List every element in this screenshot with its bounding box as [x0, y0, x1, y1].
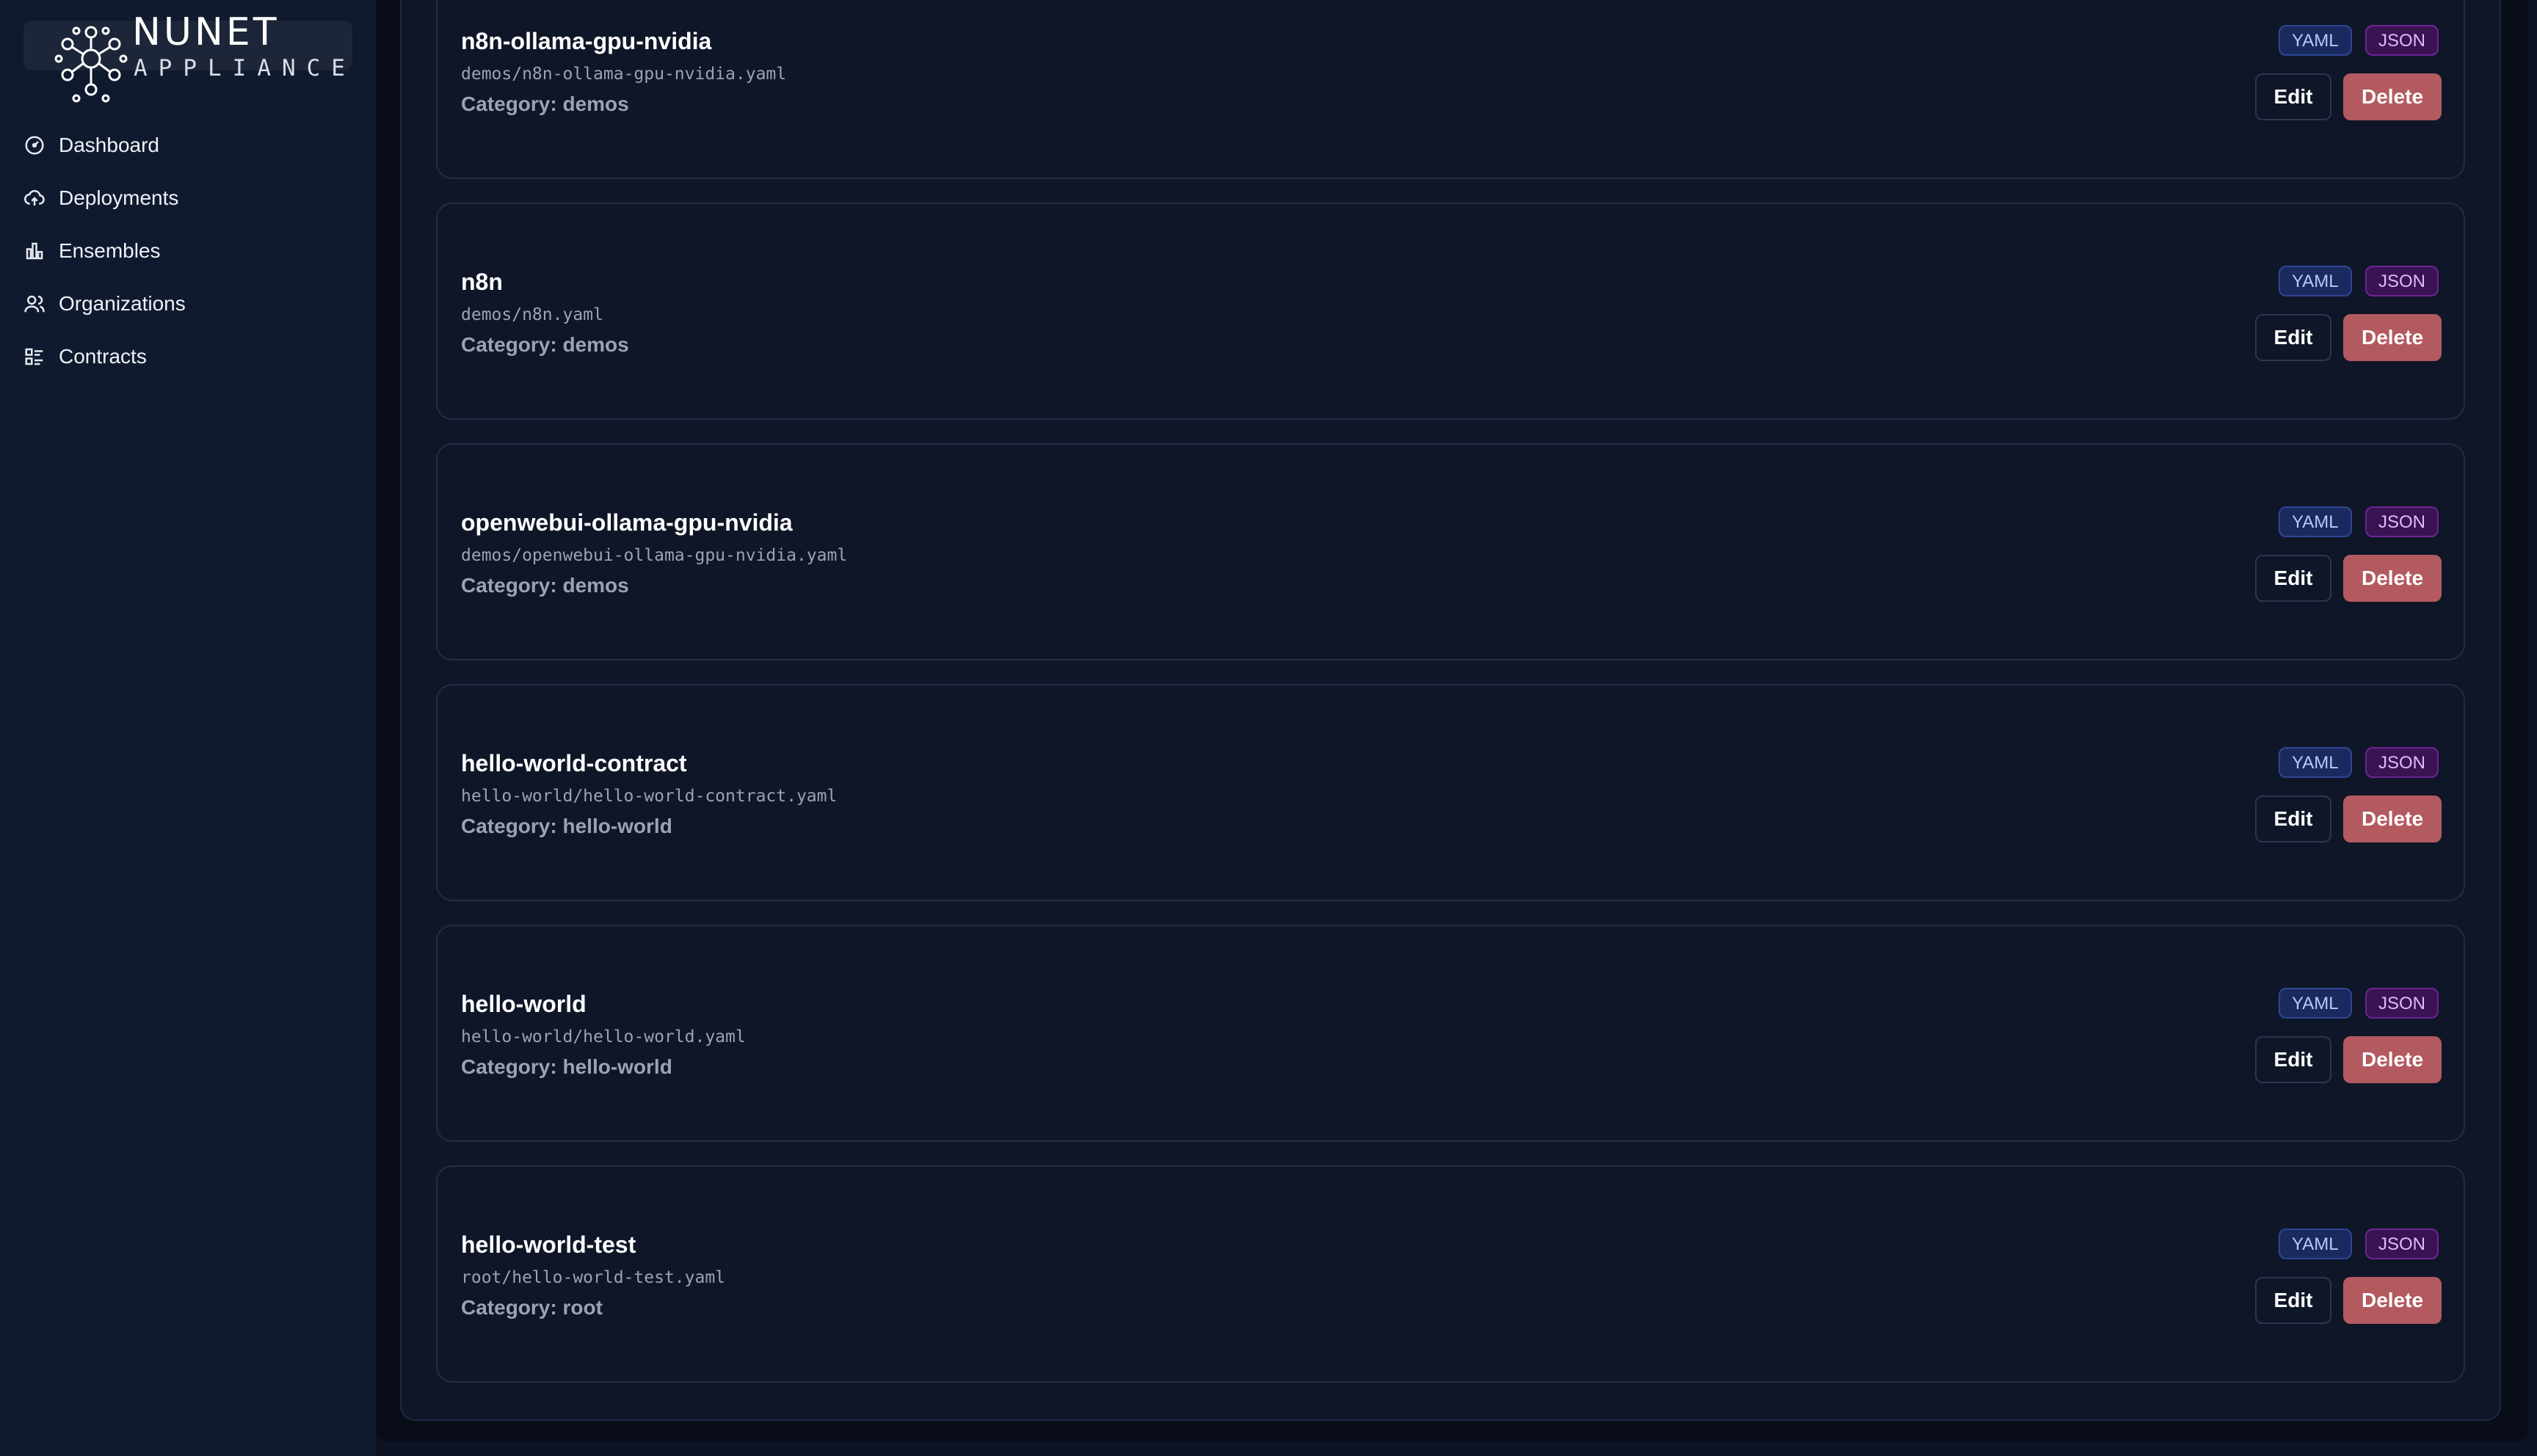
nunet-logo-icon [54, 26, 128, 103]
contract-card: hello-world-test root/hello-world-test.y… [436, 1165, 2465, 1383]
json-badge[interactable]: JSON [2365, 506, 2439, 537]
edit-button[interactable]: Edit [2255, 796, 2331, 842]
contract-name: hello-world [461, 991, 587, 1017]
brand-subtitle: APPLIANCE [134, 55, 356, 81]
contract-name: hello-world-contract [461, 750, 687, 776]
contract-category: Category: demos [461, 333, 629, 357]
yaml-badge[interactable]: YAML [2279, 1228, 2352, 1259]
sidebar-item-label: Ensembles [59, 239, 161, 262]
edit-button[interactable]: Edit [2255, 314, 2331, 361]
contract-card: n8n demos/n8n.yaml Category: demos YAML … [436, 203, 2465, 420]
contract-path: demos/openwebui-ollama-gpu-nvidia.yaml [461, 546, 848, 565]
sidebar-item-label: Contracts [59, 345, 147, 368]
yaml-badge[interactable]: YAML [2279, 506, 2352, 537]
sidebar-item-label: Dashboard [59, 134, 159, 156]
contract-path: hello-world/hello-world-contract.yaml [461, 787, 838, 806]
category-value: hello-world [562, 1055, 672, 1078]
yaml-badge[interactable]: YAML [2279, 747, 2352, 778]
sidebar-item-ensembles[interactable]: Ensembles [0, 225, 376, 277]
contract-path: root/hello-world-test.yaml [461, 1268, 726, 1287]
contract-path: hello-world/hello-world.yaml [461, 1027, 746, 1046]
json-badge[interactable]: JSON [2365, 747, 2439, 778]
category-value: demos [562, 333, 629, 356]
cloud-upload-icon [23, 187, 46, 209]
contract-path: demos/n8n-ollama-gpu-nvidia.yaml [461, 65, 787, 84]
delete-button[interactable]: Delete [2343, 555, 2442, 602]
contract-name: openwebui-ollama-gpu-nvidia [461, 509, 793, 536]
edit-button[interactable]: Edit [2255, 555, 2331, 602]
json-badge[interactable]: JSON [2365, 988, 2439, 1019]
contract-category: Category: demos [461, 92, 629, 116]
contract-card: hello-world-contract hello-world/hello-w… [436, 684, 2465, 901]
edit-button[interactable]: Edit [2255, 1277, 2331, 1324]
delete-button[interactable]: Delete [2343, 314, 2442, 361]
category-value: hello-world [562, 815, 672, 837]
sidebar-item-deployments[interactable]: Deployments [0, 172, 376, 225]
sidebar-item-contracts[interactable]: Contracts [0, 330, 376, 383]
gauge-icon [23, 134, 46, 156]
edit-button[interactable]: Edit [2255, 73, 2331, 120]
contract-category: Category: demos [461, 574, 629, 597]
contract-name: n8n-ollama-gpu-nvidia [461, 28, 712, 54]
json-badge[interactable]: JSON [2365, 1228, 2439, 1259]
contract-name: n8n [461, 269, 503, 295]
sidebar-item-organizations[interactable]: Organizations [0, 277, 376, 330]
sidebar-nav: Dashboard Deployments Ensembles Organiza… [0, 119, 376, 383]
yaml-badge[interactable]: YAML [2279, 266, 2352, 296]
yaml-badge[interactable]: YAML [2279, 988, 2352, 1019]
contract-category: Category: hello-world [461, 815, 672, 838]
bar-chart-icon [23, 240, 46, 262]
contract-card: hello-world hello-world/hello-world.yaml… [436, 925, 2465, 1142]
sidebar-item-label: Deployments [59, 186, 179, 209]
category-value: demos [562, 92, 629, 115]
category-prefix: Category: [461, 1296, 557, 1319]
contract-card: openwebui-ollama-gpu-nvidia demos/openwe… [436, 443, 2465, 660]
edit-button[interactable]: Edit [2255, 1036, 2331, 1083]
json-badge[interactable]: JSON [2365, 266, 2439, 296]
delete-button[interactable]: Delete [2343, 73, 2442, 120]
category-prefix: Category: [461, 333, 557, 356]
contract-category: Category: root [461, 1296, 603, 1320]
list-checks-icon [23, 346, 46, 368]
sidebar-item-dashboard[interactable]: Dashboard [0, 119, 376, 172]
contract-card: n8n-ollama-gpu-nvidia demos/n8n-ollama-g… [436, 0, 2465, 179]
users-icon [23, 293, 46, 315]
brand-name: NUNET [132, 10, 280, 54]
category-value: demos [562, 574, 629, 597]
category-prefix: Category: [461, 815, 557, 837]
contract-path: demos/n8n.yaml [461, 305, 603, 324]
contract-name: hello-world-test [461, 1231, 636, 1258]
sidebar: NUNET APPLIANCE Dashboard Deployments En… [0, 0, 376, 1456]
sidebar-item-label: Organizations [59, 292, 186, 315]
delete-button[interactable]: Delete [2343, 1036, 2442, 1083]
category-prefix: Category: [461, 92, 557, 115]
json-badge[interactable]: JSON [2365, 25, 2439, 56]
delete-button[interactable]: Delete [2343, 1277, 2442, 1324]
category-prefix: Category: [461, 1055, 557, 1078]
contract-category: Category: hello-world [461, 1055, 672, 1079]
yaml-badge[interactable]: YAML [2279, 25, 2352, 56]
category-value: root [562, 1296, 603, 1319]
category-prefix: Category: [461, 574, 557, 597]
delete-button[interactable]: Delete [2343, 796, 2442, 842]
